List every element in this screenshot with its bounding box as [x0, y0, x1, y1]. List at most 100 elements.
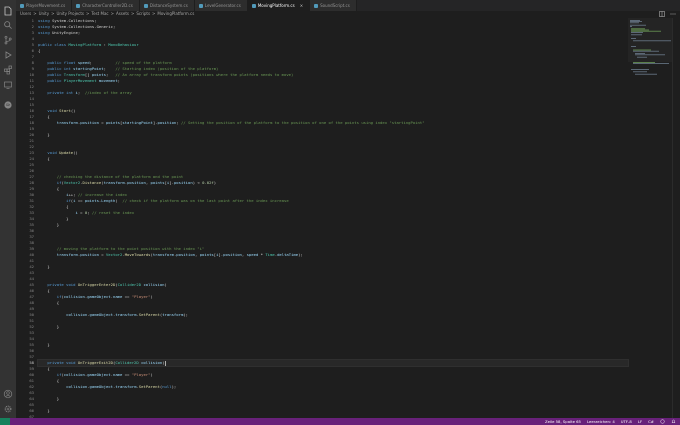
- notifications-bell-icon[interactable]: [671, 419, 676, 425]
- code-token: //index of the array: [84, 90, 132, 95]
- code-token: position: [127, 180, 146, 185]
- remote-indicator[interactable]: [0, 418, 10, 425]
- cursor-position[interactable]: Zeile 58, Spalte 65: [545, 419, 581, 424]
- tab-movingplatform-cs[interactable]: MovingPlatform.cs ×: [247, 0, 311, 11]
- tab-soundscript-cs[interactable]: SoundScript.cs: [310, 0, 357, 11]
- code-token: Length: [101, 198, 116, 203]
- spotify-icon[interactable]: [3, 100, 13, 110]
- code-token: PlayerMovement: [63, 78, 99, 83]
- tab-playermovement-cs[interactable]: PlayerMovement.cs: [16, 0, 73, 11]
- source-control-icon[interactable]: [3, 35, 13, 45]
- code-token: void: [47, 150, 60, 155]
- tab-levelgenerator-cs[interactable]: LevelGenerator.cs: [194, 0, 248, 11]
- language-mode[interactable]: C#: [648, 419, 654, 424]
- feedback-icon[interactable]: [660, 418, 665, 425]
- code-token: }: [38, 132, 50, 137]
- minimap[interactable]: [628, 18, 672, 78]
- code-token: Vector2: [105, 252, 123, 257]
- settings-gear-icon[interactable]: [3, 404, 13, 414]
- breadcrumb-separator: >: [51, 11, 55, 16]
- breadcrumb-item[interactable]: Test Mac: [91, 11, 108, 16]
- code-token: startingPoint: [73, 66, 104, 71]
- code-token: public int: [47, 66, 74, 71]
- code-token: ;: [112, 24, 116, 29]
- code-token: transform: [103, 180, 125, 185]
- vertical-scrollbar[interactable]: [672, 18, 680, 418]
- tab-charactercontroller2d-cs[interactable]: CharacterController2D.cs: [72, 0, 140, 11]
- breadcrumb-item[interactable]: MovingPlatform.cs: [157, 11, 194, 16]
- breadcrumb-item[interactable]: Unity Projects: [56, 11, 84, 16]
- search-icon[interactable]: [3, 20, 13, 30]
- code-token: collision: [66, 384, 88, 389]
- breadcrumb-separator: >: [86, 11, 90, 16]
- code-token: ;: [94, 18, 97, 23]
- close-tab-icon[interactable]: ×: [300, 3, 303, 8]
- code-token: Vector2: [63, 180, 81, 185]
- code-token: }: [38, 396, 60, 401]
- code-token: // checking the distance of the platform…: [56, 174, 184, 179]
- code-token: private int: [47, 90, 76, 95]
- code-token: transform: [115, 384, 137, 389]
- run-debug-icon[interactable]: [3, 50, 13, 60]
- code-token: (): [70, 108, 76, 113]
- breadcrumb-separator: >: [152, 11, 156, 16]
- code-token: "Player": [131, 372, 151, 377]
- code-token: {: [38, 288, 50, 293]
- code-token: transform: [56, 120, 78, 125]
- code-editor[interactable]: 1 2 3 4 5 6 7 8 9 10 11 12 13 14 15 16 17 18 19 20 21 22 23 24 2…: [16, 18, 629, 425]
- code-token: ;: [105, 72, 116, 77]
- code-token: gameObject: [89, 384, 113, 389]
- code-token: // moving the platform to the point posi…: [56, 246, 205, 251]
- tab-label: MovingPlatform.cs: [257, 3, 295, 8]
- code-token: MoveTowards: [124, 252, 151, 257]
- editor-actions: [659, 2, 676, 17]
- split-editor-icon[interactable]: [659, 2, 665, 17]
- tab-distancesystem-cs[interactable]: DistanceSystem.cs: [139, 0, 195, 11]
- code-token: public class: [38, 42, 69, 47]
- more-actions-icon[interactable]: [670, 2, 676, 15]
- code-token: transform: [56, 252, 78, 257]
- code-token: // increase the index: [77, 192, 128, 197]
- breadcrumb: Users > Unity > Unity Projects > Test Mac > Asse…: [16, 11, 680, 17]
- csharp-file-icon: [198, 3, 203, 8]
- files-icon[interactable]: [3, 6, 13, 16]
- breadcrumb-item[interactable]: Unity: [39, 11, 50, 16]
- code-token: transform: [162, 312, 184, 317]
- code-token: UnityEngine: [52, 30, 78, 35]
- code-token: points: [105, 120, 121, 125]
- breadcrumb-item[interactable]: Scripts: [136, 11, 150, 16]
- code-token: {: [38, 366, 50, 371]
- code-token: Collider2D: [117, 282, 144, 287]
- code-token: // reset the index: [91, 210, 135, 215]
- code-token: 0.02f: [202, 180, 214, 185]
- breadcrumb-separator: >: [131, 11, 135, 16]
- editor-tab-bar: PlayerMovement.cs CharacterController2D.c…: [16, 0, 680, 11]
- code-token: SetParent: [138, 384, 160, 389]
- code-token: deltaTime: [277, 252, 299, 257]
- code-lines[interactable]: using System.Collections; using System.Co…: [37, 18, 629, 425]
- code-token: // Setting the position of the platform …: [180, 120, 425, 125]
- breadcrumb-item[interactable]: Users: [20, 11, 31, 16]
- breadcrumb-item[interactable]: Assets: [116, 11, 129, 16]
- code-token: points: [199, 252, 214, 257]
- code-token: gameObject: [87, 372, 111, 377]
- code-token: position: [173, 180, 193, 185]
- encoding[interactable]: UTF-8: [621, 419, 632, 424]
- csharp-file-icon: [76, 3, 81, 8]
- code-token: position: [80, 252, 99, 257]
- code-token: ==: [122, 294, 132, 299]
- code-token: public: [47, 72, 64, 77]
- indentation[interactable]: Leerzeichen: 4: [587, 419, 615, 424]
- extensions-icon[interactable]: [3, 65, 13, 75]
- account-icon[interactable]: [3, 389, 13, 399]
- end-of-line[interactable]: LF: [638, 419, 642, 424]
- code-token: {: [38, 300, 60, 305]
